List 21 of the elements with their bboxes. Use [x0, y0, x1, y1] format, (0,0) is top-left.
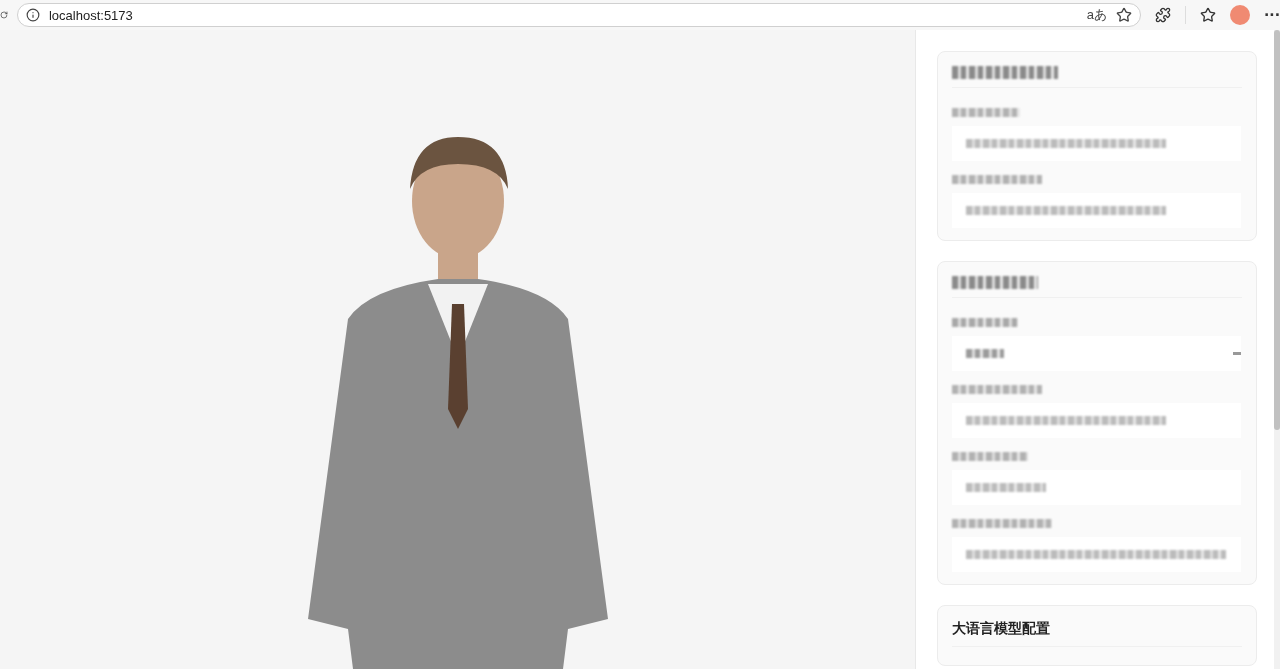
extensions-icon[interactable] [1155, 7, 1172, 23]
redacted-label-drawing [952, 108, 1020, 117]
translate-icon[interactable]: aあ [1086, 6, 1108, 24]
url-text: localhost:5173 [48, 7, 134, 23]
more-menu-icon[interactable]: ··· [1264, 7, 1280, 23]
input-field[interactable] [952, 537, 1241, 572]
scrollbar-thumb[interactable] [1274, 30, 1280, 430]
dash-icon [1233, 352, 1241, 355]
select-field[interactable] [952, 336, 1241, 371]
address-bar[interactable]: localhost:5173 aあ [16, 3, 1142, 27]
redacted-label-drawing [952, 318, 1018, 327]
profile-avatar[interactable] [1230, 5, 1251, 25]
star-icon[interactable] [1116, 7, 1133, 23]
info-icon[interactable] [25, 8, 40, 22]
input-field[interactable] [952, 126, 1241, 161]
input-field[interactable] [952, 470, 1241, 505]
input-field[interactable] [952, 403, 1241, 438]
redacted-value-drawing [966, 349, 1004, 358]
favorites-icon[interactable] [1200, 7, 1217, 23]
input-field[interactable] [952, 193, 1241, 228]
card-title: 大语言模型配置 [952, 620, 1051, 638]
